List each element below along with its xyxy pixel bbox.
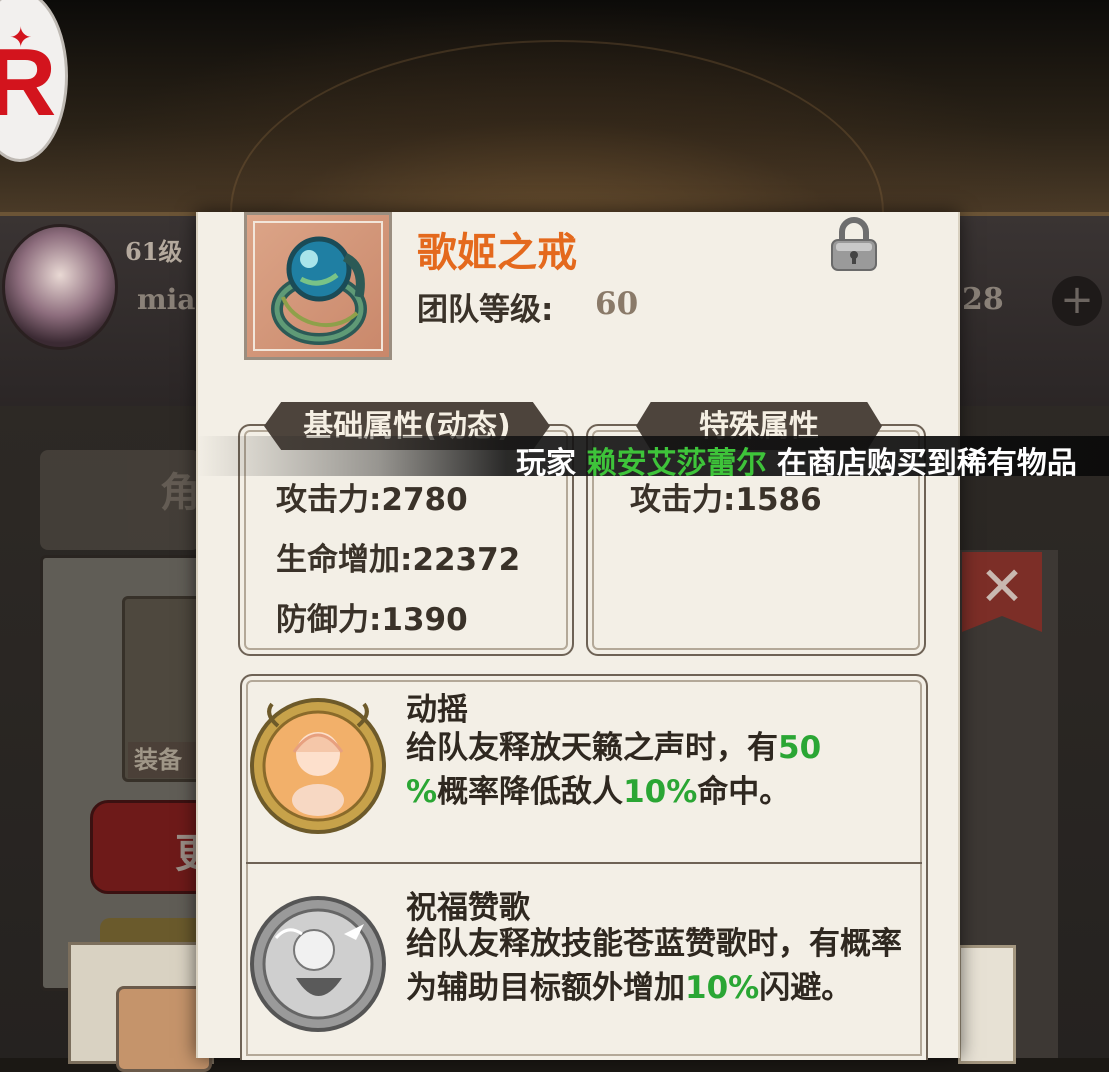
skill-name-1: 动摇 — [406, 692, 468, 728]
ring-icon — [244, 212, 392, 360]
basic-stat-attack: 攻击力:2780 — [276, 482, 468, 518]
player-level: 61级 — [125, 237, 183, 266]
currency-count: 28 — [962, 282, 1004, 317]
team-level-label: 团队等级: — [417, 292, 554, 328]
announcement-text: 玩家 赖安艾莎蕾尔 在商店购买到稀有物品 — [516, 438, 1077, 476]
basic-stat-hp: 生命增加:22372 — [276, 542, 521, 578]
announcement-prefix: 玩家 — [516, 446, 587, 476]
skill-name-2: 祝福赞歌 — [406, 890, 530, 926]
item-detail-card: 歌姬之戒 团队等级: 60 基础属性(动态) 攻击力:2780 生命增加:223… — [196, 212, 960, 1060]
announcement-suffix: 在商店购买到稀有物品 — [766, 446, 1077, 476]
skill-desc-2: 给队友释放技能苍蓝赞歌时，有概率为辅助目标额外增加10%闪避。 — [406, 922, 916, 1010]
skill-desc-1-percent: % — [406, 774, 438, 810]
ring-icon-graphic — [271, 236, 367, 345]
basic-stat-defense: 防御力:1390 — [276, 602, 468, 638]
character-tab[interactable]: 角 — [40, 450, 200, 550]
skill-desc-1-chance: 50 — [778, 730, 822, 766]
player-name: mia — [137, 283, 196, 316]
lock-icon[interactable] — [828, 216, 880, 272]
skill-desc-1-value: 10% — [623, 774, 698, 810]
team-level-value: 60 — [595, 286, 639, 322]
item-name: 歌姬之戒 — [417, 230, 577, 276]
skill-desc-2-text2: 闪避。 — [759, 970, 853, 1006]
special-stat-attack: 攻击力:1586 — [630, 482, 822, 518]
right-bottom-panel — [958, 945, 1016, 1064]
singer-emblem-icon — [250, 698, 386, 834]
skill-desc-1-text2: 概率降低敌人 — [437, 774, 624, 810]
equip-label: 装备 — [128, 742, 206, 778]
skill-divider — [246, 862, 922, 864]
logo-letter: R — [0, 35, 56, 131]
character-tab-label: 角 — [160, 469, 200, 516]
announcement-marquee: 玩家 赖安艾莎蕾尔 在商店购买到稀有物品 — [196, 436, 1109, 476]
skill-desc-1-text3: 命中。 — [697, 774, 791, 810]
announcement-player: 赖安艾莎蕾尔 — [586, 446, 767, 476]
skill-desc-2-value: 10% — [685, 970, 760, 1006]
skill-desc-1: 给队友释放天籁之声时，有50 %概率降低敌人10%命中。 — [406, 726, 912, 814]
blessing-emblem-icon — [250, 896, 386, 1032]
top-banner — [0, 0, 1109, 384]
add-currency-button[interactable]: + — [1052, 276, 1102, 326]
avatar[interactable] — [2, 224, 118, 350]
skill-desc-1-text: 给队友释放天籁之声时，有 — [406, 730, 778, 766]
